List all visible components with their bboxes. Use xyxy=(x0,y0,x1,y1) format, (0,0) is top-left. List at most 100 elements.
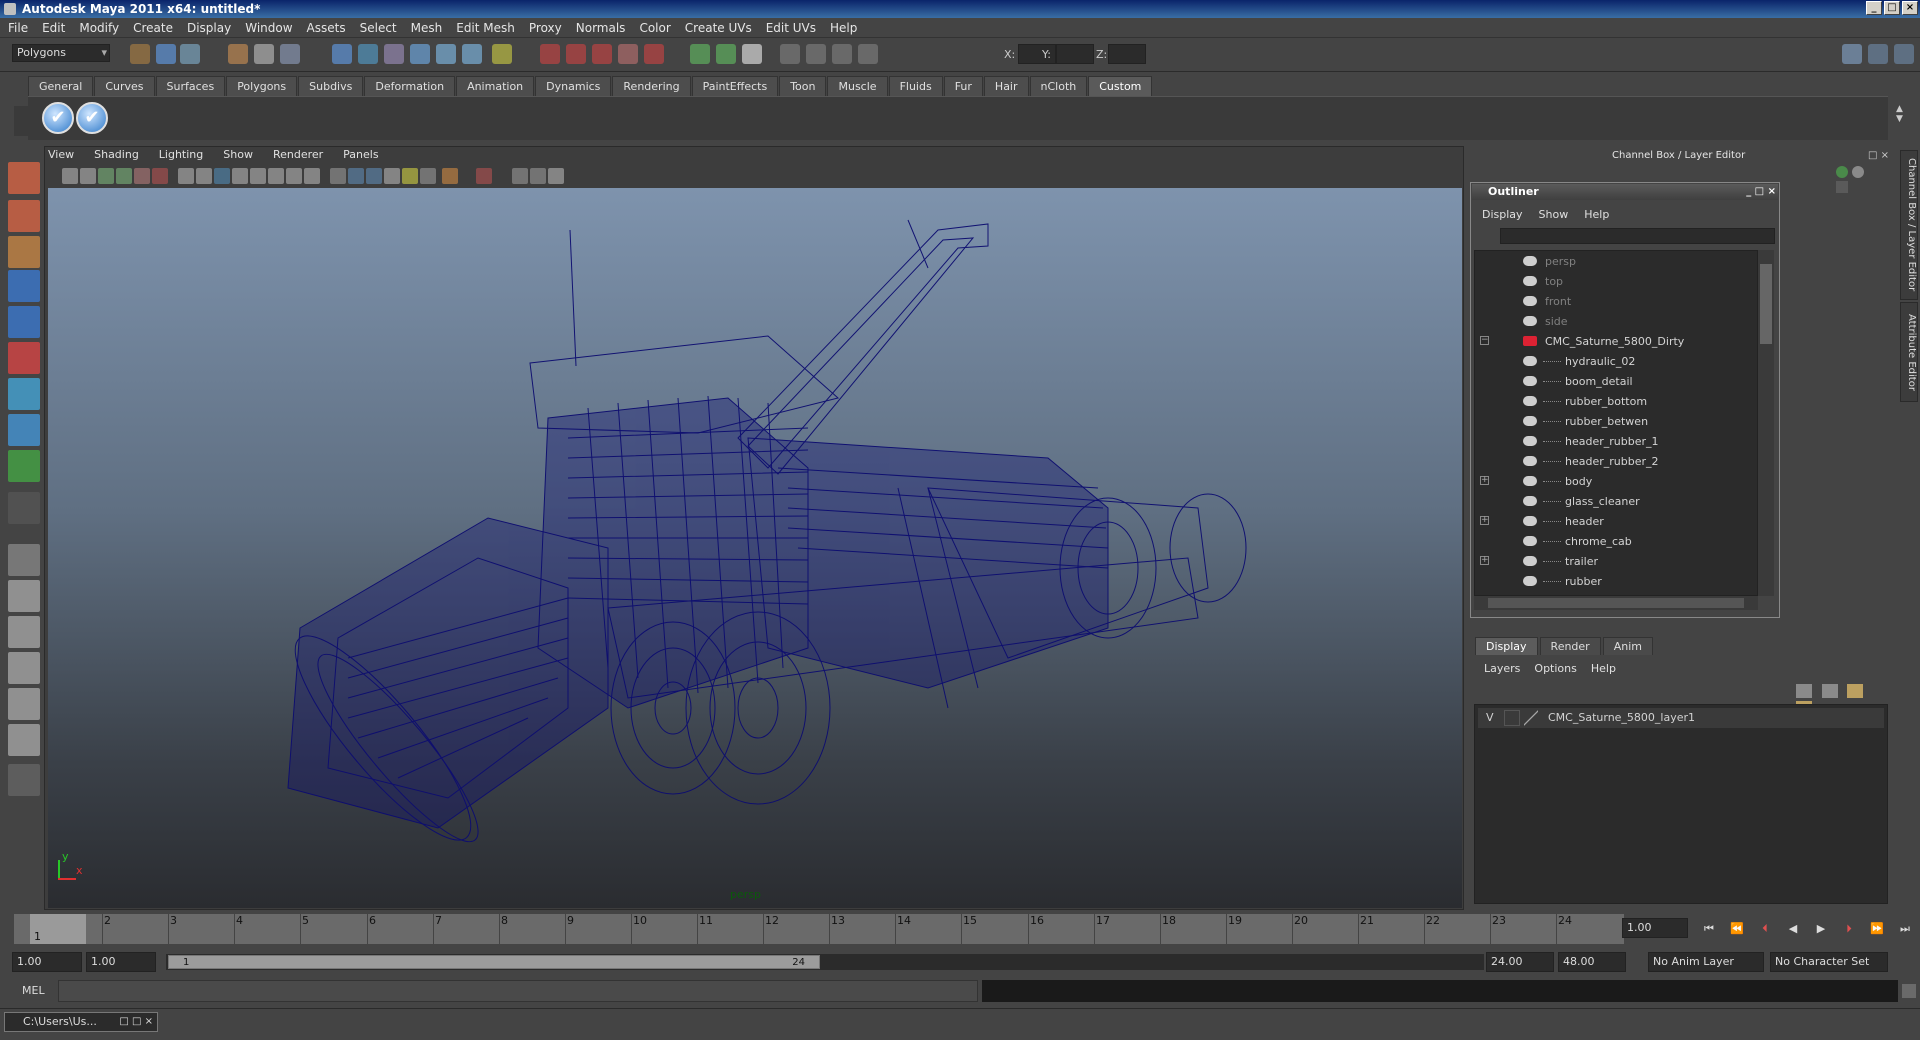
viewport-toolbar-icon[interactable] xyxy=(250,168,266,184)
shelf-tab-muscle[interactable]: Muscle xyxy=(827,76,888,96)
show-channel-box-icon[interactable] xyxy=(1894,44,1914,64)
outliner-item[interactable]: boom_detail xyxy=(1475,371,1757,391)
status-tool-icon[interactable] xyxy=(806,44,826,64)
status-tool-icon[interactable] xyxy=(540,44,560,64)
status-tool-icon[interactable] xyxy=(180,44,200,64)
menu-mesh[interactable]: Mesh xyxy=(411,21,443,35)
viewport-toolbar-icon[interactable] xyxy=(366,168,382,184)
outliner-item[interactable]: hydraulic_02 xyxy=(1475,351,1757,371)
step-forward-icon[interactable]: ⏩ xyxy=(1870,922,1884,936)
shelf-tab-hair[interactable]: Hair xyxy=(983,76,1029,96)
shelf-tab-toon[interactable]: Toon xyxy=(779,76,827,96)
shelf-tab-polygons[interactable]: Polygons xyxy=(226,76,298,96)
outliner-item[interactable]: header_rubber_1 xyxy=(1475,431,1757,451)
step-back-key-icon[interactable]: ⏴ xyxy=(1758,922,1772,936)
outliner-vertical-scrollbar[interactable] xyxy=(1758,250,1774,596)
status-tool-icon[interactable] xyxy=(492,44,512,64)
viewport-toolbar-icon[interactable] xyxy=(420,168,436,184)
layer-tab-display[interactable]: Display xyxy=(1475,637,1538,655)
status-tool-icon[interactable] xyxy=(618,44,638,64)
playback-end-field[interactable]: 24.00 xyxy=(1486,952,1554,972)
outliner-menu-show[interactable]: Show xyxy=(1539,208,1569,221)
move-tool-icon[interactable] xyxy=(8,270,40,302)
playback-start-field[interactable]: 1.00 xyxy=(86,952,156,972)
single-view-icon[interactable] xyxy=(8,544,40,576)
scale-tool-icon[interactable] xyxy=(8,342,40,374)
expand-icon[interactable]: + xyxy=(1480,476,1489,485)
viewport-menu-show[interactable]: Show xyxy=(223,148,253,164)
perspective-viewport[interactable]: y x xyxy=(48,188,1462,908)
viewport-toolbar-icon[interactable] xyxy=(548,168,564,184)
show-tool-settings-icon[interactable] xyxy=(1868,44,1888,64)
current-time-field[interactable]: 1.00 xyxy=(1622,918,1688,938)
outliner-item[interactable]: + header xyxy=(1475,511,1757,531)
layer-color-swatch[interactable] xyxy=(1524,710,1538,726)
status-tool-icon[interactable] xyxy=(384,44,404,64)
outliner-item[interactable]: chrome_cab xyxy=(1475,531,1757,551)
menu-file[interactable]: File xyxy=(8,21,28,35)
viewport-toolbar-icon[interactable] xyxy=(348,168,364,184)
status-tool-icon[interactable] xyxy=(332,44,352,64)
script-editor-icon[interactable] xyxy=(1902,984,1916,998)
outliner-item[interactable]: side xyxy=(1475,311,1757,331)
shelf-tab-custom[interactable]: Custom xyxy=(1088,76,1153,96)
expand-icon[interactable]: + xyxy=(1480,556,1489,565)
graph-layout-icon[interactable] xyxy=(8,652,40,684)
viewport-toolbar-icon[interactable] xyxy=(134,168,150,184)
animation-end-field[interactable]: 48.00 xyxy=(1558,952,1626,972)
select-tool-icon[interactable] xyxy=(8,162,40,194)
viewport-toolbar-icon[interactable] xyxy=(116,168,132,184)
outliner-item[interactable]: rubber xyxy=(1475,571,1757,591)
paint-select-icon[interactable] xyxy=(8,236,40,268)
outliner-item[interactable]: + trailer xyxy=(1475,551,1757,571)
shelf-tab-surfaces[interactable]: Surfaces xyxy=(155,76,226,96)
minimized-window-controls[interactable]: □ □ × xyxy=(119,1013,153,1031)
outliner-item[interactable]: − CMC_Saturne_5800_Dirty xyxy=(1475,331,1757,351)
viewport-toolbar-icon[interactable] xyxy=(304,168,320,184)
status-tool-icon[interactable] xyxy=(410,44,430,64)
outliner-item[interactable]: + body xyxy=(1475,471,1757,491)
status-tool-icon[interactable] xyxy=(566,44,586,64)
menu-help[interactable]: Help xyxy=(830,21,857,35)
viewport-toolbar-icon[interactable] xyxy=(286,168,302,184)
outliner-layout-icon[interactable] xyxy=(8,616,40,648)
menu-edit[interactable]: Edit xyxy=(42,21,65,35)
close-button[interactable]: × xyxy=(1902,1,1918,15)
shelf-scroll-arrows-icon[interactable]: ▲ ▼ xyxy=(1896,104,1910,134)
menu-set-select[interactable]: Polygons ▾ xyxy=(12,44,110,62)
outliner-item[interactable]: top xyxy=(1475,271,1757,291)
z-input[interactable] xyxy=(1108,44,1146,64)
status-tool-icon[interactable] xyxy=(644,44,664,64)
status-tool-icon[interactable] xyxy=(592,44,612,64)
status-tool-icon[interactable] xyxy=(690,44,710,64)
viewport-toolbar-icon[interactable] xyxy=(98,168,114,184)
status-tool-icon[interactable] xyxy=(462,44,482,64)
play-backwards-icon[interactable]: ◀ xyxy=(1786,922,1800,936)
go-to-start-icon[interactable]: ⏮ xyxy=(1702,922,1716,936)
last-tool-icon[interactable] xyxy=(8,492,40,524)
animation-start-field[interactable]: 1.00 xyxy=(12,952,82,972)
maximize-button[interactable]: □ xyxy=(1884,1,1900,15)
shelf-tab-painteffects[interactable]: PaintEffects xyxy=(691,76,779,96)
step-back-icon[interactable]: ⏪ xyxy=(1730,922,1744,936)
viewport-toolbar-icon[interactable] xyxy=(268,168,284,184)
layer-tab-render[interactable]: Render xyxy=(1539,637,1601,655)
four-view-icon[interactable] xyxy=(8,580,40,612)
menu-edit-mesh[interactable]: Edit Mesh xyxy=(456,21,515,35)
command-input[interactable] xyxy=(58,980,978,1002)
viewport-menu-view[interactable]: View xyxy=(48,148,74,164)
outliner-horizontal-scrollbar[interactable] xyxy=(1474,596,1758,610)
status-tool-icon[interactable] xyxy=(228,44,248,64)
manipulator-icon[interactable] xyxy=(8,378,40,410)
status-tool-icon[interactable] xyxy=(358,44,378,64)
outliner-item[interactable]: header_rubber_2 xyxy=(1475,451,1757,471)
lasso-tool-icon[interactable] xyxy=(8,200,40,232)
layer-create-icons[interactable] xyxy=(1796,684,1886,715)
check-shelf-button[interactable]: ✔ xyxy=(42,102,74,134)
viewport-toolbar-icon[interactable] xyxy=(80,168,96,184)
shelf-tab-fur[interactable]: Fur xyxy=(943,76,983,96)
range-slider-handle[interactable]: 1 24 xyxy=(168,955,820,969)
layer-menu-options[interactable]: Options xyxy=(1534,662,1576,675)
menu-modify[interactable]: Modify xyxy=(79,21,119,35)
menu-assets[interactable]: Assets xyxy=(307,21,346,35)
